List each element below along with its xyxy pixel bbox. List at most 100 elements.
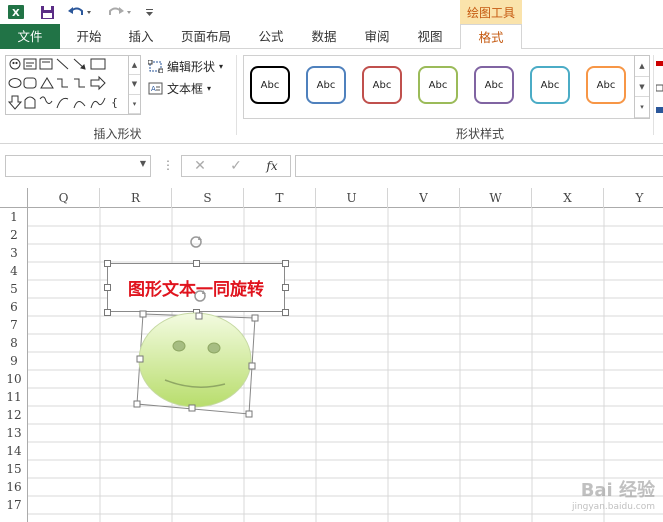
name-box[interactable]: ▼	[5, 155, 151, 177]
tab-review[interactable]: 审阅	[354, 24, 400, 49]
row-header[interactable]: 1	[0, 208, 28, 226]
row-header[interactable]: 14	[0, 442, 28, 460]
cancel-icon[interactable]: ✕	[182, 158, 218, 174]
undo-icon[interactable]	[66, 3, 94, 21]
tab-file[interactable]: 文件	[0, 24, 60, 49]
smiley-shape[interactable]	[125, 232, 305, 422]
edit-shape-button[interactable]: 编辑形状 ▾	[148, 56, 223, 76]
scroll-up-icon[interactable]: ▲	[129, 56, 140, 76]
resize-handle[interactable]	[188, 404, 196, 412]
drawing-tools-context-label: 绘图工具	[460, 0, 522, 24]
column-header[interactable]: R	[100, 188, 172, 208]
column-header[interactable]: W	[460, 188, 532, 208]
resize-handle[interactable]	[104, 309, 111, 316]
smiley-face[interactable]	[138, 312, 252, 408]
tab-data[interactable]: 数据	[301, 24, 347, 49]
resize-handle[interactable]	[139, 310, 147, 318]
shape-styles-scroll[interactable]: ▲ ▼ ▾	[634, 55, 650, 119]
row-header[interactable]: 13	[0, 424, 28, 442]
resize-handle[interactable]	[133, 400, 141, 408]
smiley-left-eye	[172, 340, 186, 352]
resize-handle[interactable]	[104, 260, 111, 267]
chevron-down-icon: ▾	[207, 83, 212, 93]
resize-handle-icon[interactable]: ⋮	[162, 158, 174, 172]
rotate-handle-icon[interactable]	[194, 290, 206, 302]
svg-text:{: {	[111, 96, 118, 109]
row-header[interactable]: 2	[0, 226, 28, 244]
scroll-up-icon[interactable]: ▲	[635, 56, 649, 77]
group-separator	[653, 55, 654, 135]
tab-insert[interactable]: 插入	[118, 24, 164, 49]
shape-gallery[interactable]: { ▲ ▼ ▾	[5, 55, 141, 115]
resize-handle[interactable]	[136, 355, 144, 363]
smiley-right-eye	[207, 342, 221, 354]
resize-handle[interactable]	[195, 312, 203, 320]
select-all-corner[interactable]	[0, 188, 28, 208]
watermark-url: jingyan.baidu.com	[571, 502, 655, 512]
formula-input[interactable]	[295, 155, 663, 177]
chevron-down-icon: ▾	[219, 61, 224, 71]
tab-page-layout[interactable]: 页面布局	[175, 24, 237, 49]
column-header[interactable]: Q	[28, 188, 100, 208]
column-header[interactable]: Y	[604, 188, 663, 208]
column-header[interactable]: T	[244, 188, 316, 208]
scroll-down-icon[interactable]: ▼	[635, 77, 649, 98]
tab-view[interactable]: 视图	[407, 24, 453, 49]
text-box-button[interactable]: A 文本框 ▾	[148, 78, 211, 98]
tab-home[interactable]: 开始	[66, 24, 112, 49]
scroll-down-icon[interactable]: ▼	[129, 75, 140, 95]
redo-icon[interactable]	[106, 3, 134, 21]
shape-style-tile[interactable]: Abc	[474, 66, 514, 104]
row-header[interactable]: 7	[0, 316, 28, 334]
formula-buttons: ✕ ✓ fx	[181, 155, 291, 177]
save-icon[interactable]	[38, 3, 56, 21]
shape-style-tile[interactable]: Abc	[530, 66, 570, 104]
row-header[interactable]: 8	[0, 334, 28, 352]
column-headers: QRSTUVWXY	[0, 188, 663, 208]
tab-format[interactable]: 格式	[460, 24, 522, 50]
customize-quick-access-icon[interactable]	[143, 3, 155, 21]
shape-style-tile[interactable]: Abc	[362, 66, 402, 104]
rotate-handle-icon[interactable]	[190, 236, 202, 248]
row-header[interactable]: 11	[0, 388, 28, 406]
shape-style-tile[interactable]: Abc	[418, 66, 458, 104]
insert-function-icon[interactable]: fx	[254, 159, 290, 173]
row-header[interactable]: 5	[0, 280, 28, 298]
column-header[interactable]: X	[532, 188, 604, 208]
row-header[interactable]: 12	[0, 406, 28, 424]
row-header[interactable]: 17	[0, 496, 28, 514]
column-header[interactable]: U	[316, 188, 388, 208]
column-header[interactable]: S	[172, 188, 244, 208]
row-header[interactable]: 3	[0, 244, 28, 262]
row-header[interactable]: 6	[0, 298, 28, 316]
worksheet-grid[interactable]: QRSTUVWXY 1 2 3 4 5 6 7 8 9 10 11 12 13 14 15 16 17	[0, 188, 663, 522]
row-header[interactable]: 10	[0, 370, 28, 388]
tab-formulas[interactable]: 公式	[248, 24, 294, 49]
shape-gallery-scroll[interactable]: ▲ ▼ ▾	[128, 56, 140, 114]
text-box-icon: A	[148, 82, 163, 94]
group-separator	[236, 55, 237, 135]
resize-handle[interactable]	[104, 284, 111, 291]
resize-handle[interactable]	[248, 362, 256, 370]
formula-bar: ▼ ⋮ ✕ ✓ fx	[0, 144, 663, 188]
column-header[interactable]: V	[388, 188, 460, 208]
row-header[interactable]: 16	[0, 478, 28, 496]
row-header[interactable]: 4	[0, 262, 28, 280]
shape-gallery-grid[interactable]: {	[6, 56, 130, 114]
chevron-down-icon[interactable]: ▼	[140, 159, 146, 168]
enter-icon[interactable]: ✓	[218, 158, 254, 174]
text-box-label: 文本框	[167, 81, 204, 96]
shape-style-tile[interactable]: Abc	[250, 66, 290, 104]
shape-style-tile[interactable]: Abc	[306, 66, 346, 104]
edit-shape-icon	[148, 59, 163, 73]
cell-gridlines[interactable]	[28, 208, 663, 522]
resize-handle[interactable]	[245, 410, 253, 418]
more-shapes-icon[interactable]: ▾	[129, 95, 140, 114]
row-header[interactable]: 9	[0, 352, 28, 370]
row-header[interactable]: 15	[0, 460, 28, 478]
resize-handle[interactable]	[251, 314, 259, 322]
shape-fill-icon[interactable]	[655, 57, 663, 117]
title-bar: X 绘图工具	[0, 0, 663, 24]
more-styles-icon[interactable]: ▾	[635, 97, 649, 119]
shape-style-tile[interactable]: Abc	[586, 66, 626, 104]
